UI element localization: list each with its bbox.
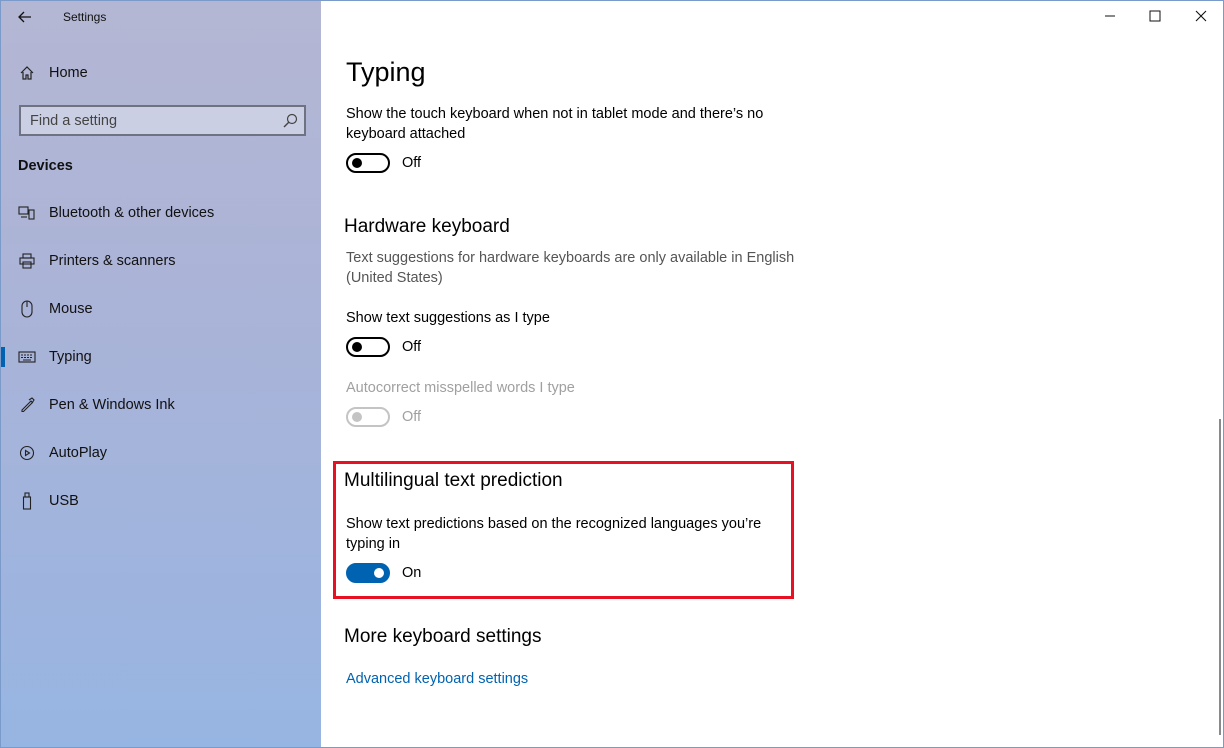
sidebar-item-label: Pen & Windows Ink bbox=[49, 397, 175, 413]
sidebar-item-label: Printers & scanners bbox=[49, 253, 176, 269]
toggle-knob bbox=[352, 342, 362, 352]
sidebar-item-label: Mouse bbox=[49, 301, 93, 317]
sidebar-item-typing[interactable]: Typing bbox=[1, 337, 321, 377]
content-pane: Typing Show the touch keyboard when not … bbox=[322, 1, 1222, 747]
toggle-knob bbox=[352, 412, 362, 422]
autocorrect-toggle bbox=[346, 407, 390, 427]
home-icon bbox=[18, 64, 36, 82]
mouse-icon bbox=[18, 300, 36, 318]
toggle-state: On bbox=[402, 565, 422, 581]
printer-icon bbox=[18, 252, 36, 270]
toggle-knob bbox=[352, 158, 362, 168]
toggle-knob bbox=[374, 568, 384, 578]
sidebar-item-label: AutoPlay bbox=[49, 445, 108, 461]
sidebar-item-pen[interactable]: Pen & Windows Ink bbox=[1, 385, 321, 425]
back-button[interactable] bbox=[11, 5, 39, 29]
sidebar-item-mouse[interactable]: Mouse bbox=[1, 289, 321, 329]
sidebar-item-home[interactable]: Home bbox=[1, 53, 321, 93]
autoplay-icon bbox=[18, 444, 36, 462]
sidebar-item-usb[interactable]: USB bbox=[1, 481, 321, 521]
autocorrect-label: Autocorrect misspelled words I type bbox=[346, 380, 575, 396]
bluetooth-icon bbox=[18, 204, 36, 222]
page-title: Typing bbox=[346, 57, 426, 87]
text-suggestions-label: Show text suggestions as I type bbox=[346, 310, 550, 326]
toggle-state: Off bbox=[402, 409, 422, 425]
settings-window: Settings Home Devices Bluetooth & other … bbox=[0, 0, 1224, 748]
usb-icon bbox=[18, 492, 36, 510]
touch-keyboard-toggle[interactable] bbox=[346, 153, 390, 173]
section-heading-multilingual: Multilingual text prediction bbox=[344, 470, 563, 491]
sidebar-item-label: Home bbox=[49, 65, 88, 81]
hardware-keyboard-note: Text suggestions for hardware keyboards … bbox=[346, 250, 795, 286]
text-suggestions-toggle[interactable] bbox=[346, 337, 390, 357]
search-box[interactable] bbox=[19, 105, 306, 136]
app-title: Settings bbox=[63, 10, 107, 24]
section-heading: Devices bbox=[18, 158, 73, 174]
multilingual-toggle[interactable] bbox=[346, 563, 390, 583]
sidebar-item-autoplay[interactable]: AutoPlay bbox=[1, 433, 321, 473]
search-input[interactable] bbox=[21, 107, 280, 134]
multilingual-label: Show text predictions based on the recog… bbox=[346, 516, 762, 552]
sidebar-item-label: Bluetooth & other devices bbox=[49, 205, 215, 221]
sidebar: Settings Home Devices Bluetooth & other … bbox=[1, 1, 321, 747]
pen-icon bbox=[18, 396, 36, 414]
scrollbar[interactable] bbox=[1219, 419, 1221, 735]
touch-keyboard-label: Show the touch keyboard when not in tabl… bbox=[346, 106, 764, 142]
sidebar-item-printers[interactable]: Printers & scanners bbox=[1, 241, 321, 281]
sidebar-item-bluetooth[interactable]: Bluetooth & other devices bbox=[1, 193, 321, 233]
advanced-keyboard-settings-link[interactable]: Advanced keyboard settings bbox=[346, 671, 528, 687]
sidebar-item-label: Typing bbox=[49, 349, 92, 365]
section-heading-more: More keyboard settings bbox=[344, 626, 542, 647]
back-arrow-icon bbox=[18, 11, 31, 23]
section-heading-hardware: Hardware keyboard bbox=[344, 216, 510, 237]
search-icon[interactable] bbox=[283, 113, 298, 128]
keyboard-icon bbox=[18, 348, 36, 366]
toggle-state: Off bbox=[402, 155, 422, 171]
sidebar-item-label: USB bbox=[49, 493, 79, 509]
toggle-state: Off bbox=[402, 339, 422, 355]
